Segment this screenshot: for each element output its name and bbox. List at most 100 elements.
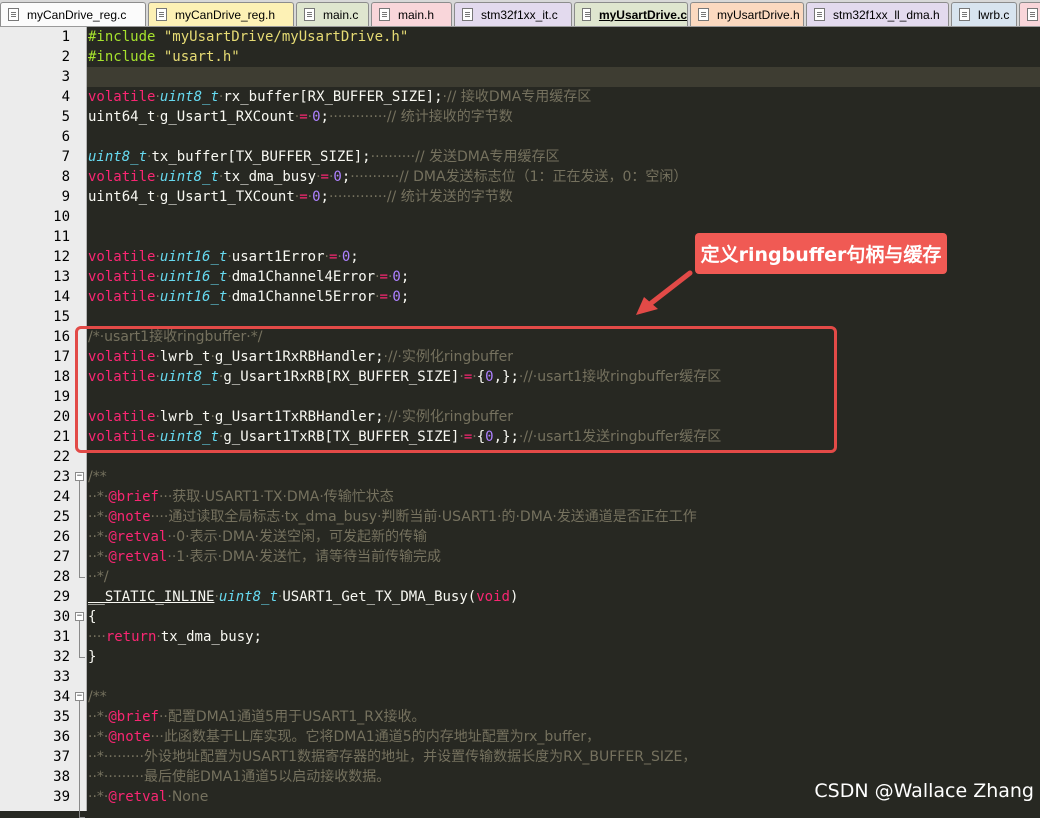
code-token: uint8_t [88, 149, 148, 165]
code-line[interactable] [87, 67, 1040, 87]
code-token: } [88, 649, 97, 665]
code-token: = [320, 169, 329, 185]
tab-mycandrive-reg-c[interactable]: myCanDrive_reg.c [0, 2, 146, 26]
fold-guide [79, 621, 80, 657]
code-token: @note [108, 729, 151, 745]
code-line[interactable] [87, 207, 1040, 227]
line-number: 22 [53, 449, 70, 465]
code-line[interactable] [87, 307, 1040, 327]
code-line[interactable]: ··*·@note····通过读取全局标志·tx_dma_busy·判断当前·U… [87, 507, 1040, 527]
code-token: uint64_t [88, 109, 156, 125]
line-number: 9 [61, 189, 70, 205]
code-token: @brief [108, 709, 159, 725]
watermark: CSDN @Wallace Zhang [814, 780, 1034, 802]
fold-toggle-icon[interactable]: − [75, 692, 84, 701]
code-token: ·// 接收DMA专用缓存区 [442, 89, 592, 105]
file-icon [959, 8, 970, 21]
line-number: 24 [53, 489, 70, 505]
code-line[interactable]: } [87, 647, 1040, 667]
code-line[interactable]: __STATIC_INLINE·uint8_t·USART1_Get_TX_DM… [87, 587, 1040, 607]
code-token: = [299, 109, 308, 125]
line-number: 2 [61, 49, 70, 65]
code-token: tx_dma_busy; [160, 629, 262, 645]
code-token: = [379, 289, 388, 305]
code-token: ··0·表示·DMA·发送空闲，可发起新的传输 [167, 529, 427, 545]
line-number: 5 [61, 109, 70, 125]
code-line[interactable]: { [87, 607, 1040, 627]
code-token: tx_dma_busy [223, 169, 317, 185]
line-number: 35 [53, 709, 70, 725]
code-token: ··*· [88, 529, 109, 545]
code-line[interactable]: uint8_t·tx_buffer[TX_BUFFER_SIZE];······… [87, 147, 1040, 167]
line-number: 28 [53, 569, 70, 585]
code-token: usart1Error [231, 249, 325, 265]
fold-toggle-icon[interactable]: − [75, 612, 84, 621]
code-line[interactable]: ··*·········外设地址配置为USART1数据寄存器的地址，并设置传输数… [87, 747, 1040, 767]
file-icon [462, 8, 473, 21]
tab-label: stm32f1xx_it.c [481, 7, 558, 22]
tab-stm32f1xx-it-c[interactable]: stm32f1xx_it.c [454, 2, 572, 26]
tab-overflow[interactable] [1019, 2, 1040, 26]
code-token: ··1·表示·DMA·发送忙，请等待当前传输完成 [167, 549, 441, 565]
code-line[interactable]: #include "myUsartDrive/myUsartDrive.h" [87, 27, 1040, 47]
code-token: USART1_Get_TX_DMA_Busy( [282, 589, 477, 605]
file-icon [156, 8, 167, 21]
code-line[interactable]: ··*·@brief··配置DMA1通道5用于USART1_RX接收。 [87, 707, 1040, 727]
code-line[interactable]: ··*·@retval··0·表示·DMA·发送空闲，可发起新的传输 [87, 527, 1040, 547]
code-token: 0 [333, 169, 342, 185]
line-number: 36 [53, 729, 70, 745]
code-line[interactable]: #include "usart.h" [87, 47, 1040, 67]
code-line[interactable] [87, 127, 1040, 147]
line-number: 6 [61, 129, 70, 145]
tab-mycandrive-reg-h[interactable]: myCanDrive_reg.h [148, 2, 294, 26]
tab-main-c[interactable]: main.c [296, 2, 369, 26]
line-number: 32 [53, 649, 70, 665]
code-token: g_Usart1_RXCount [159, 109, 295, 125]
code-line[interactable]: /** [87, 687, 1040, 707]
highlight-box [75, 326, 837, 453]
tab-main-h[interactable]: main.h [371, 2, 452, 26]
file-icon [379, 8, 390, 21]
fold-toggle-icon[interactable]: − [75, 472, 84, 481]
line-number: 25 [53, 509, 70, 525]
code-token: @note [108, 509, 151, 525]
line-number: 23 [53, 469, 70, 485]
code-token: void [476, 589, 510, 605]
code-token: volatile [88, 89, 156, 105]
code-line[interactable]: uint64_t·g_Usart1_RXCount·=·0;··········… [87, 107, 1040, 127]
code-token: 0 [392, 269, 401, 285]
code-line[interactable]: ····return·tx_dma_busy; [87, 627, 1040, 647]
tab-stm32f1xx-ll-dma-h[interactable]: stm32f1xx_ll_dma.h [806, 2, 949, 26]
code-token: volatile [88, 269, 156, 285]
line-number: 16 [53, 329, 70, 345]
code-token: uint16_t [159, 269, 228, 285]
tab-lwrb-c[interactable]: lwrb.c [951, 2, 1017, 26]
tab-myusartdrive-c[interactable]: myUsartDrive.c [574, 2, 688, 26]
code-line[interactable] [87, 667, 1040, 687]
code-token: ; [320, 189, 329, 205]
line-number: 17 [53, 349, 70, 365]
code-token: uint16_t [159, 249, 228, 265]
code-line[interactable]: uint64_t·g_Usart1_TXCount·=·0;··········… [87, 187, 1040, 207]
code-line[interactable]: ··*·@brief···获取·USART1·TX·DMA·传输忙状态 [87, 487, 1040, 507]
code-line[interactable]: ··*·@retval··1·表示·DMA·发送忙，请等待当前传输完成 [87, 547, 1040, 567]
code-token: ···· [88, 629, 106, 645]
code-line[interactable]: volatile·uint16_t·dma1Channel5Error·=·0; [87, 287, 1040, 307]
code-line[interactable]: volatile·uint8_t·rx_buffer[RX_BUFFER_SIZ… [87, 87, 1040, 107]
code-token: uint8_t [159, 89, 219, 105]
code-line[interactable]: /** [87, 467, 1040, 487]
line-number: 26 [53, 529, 70, 545]
code-token: ; [400, 289, 410, 305]
file-icon [8, 8, 19, 21]
tab-myusartdrive-h[interactable]: myUsartDrive.h [690, 2, 804, 26]
line-number: 33 [53, 669, 70, 685]
editor-tab-bar: myCanDrive_reg.c myCanDrive_reg.h main.c ma… [0, 0, 1040, 27]
file-icon [698, 8, 709, 21]
code-line[interactable]: volatile·uint8_t·tx_dma_busy·=·0;·······… [87, 167, 1040, 187]
code-line[interactable]: ··*·@note···此函数基于LL库实现。它将DMA1通道5的内存地址配置为… [87, 727, 1040, 747]
code-line[interactable]: ··*/ [87, 567, 1040, 587]
code-token: ··*· [88, 489, 109, 505]
code-token: dma1Channel5Error [231, 289, 376, 305]
code-token: ···········// DMA发送标志位（1：正在发送，0：空闲） [350, 169, 688, 185]
code-token: /** [88, 689, 107, 705]
